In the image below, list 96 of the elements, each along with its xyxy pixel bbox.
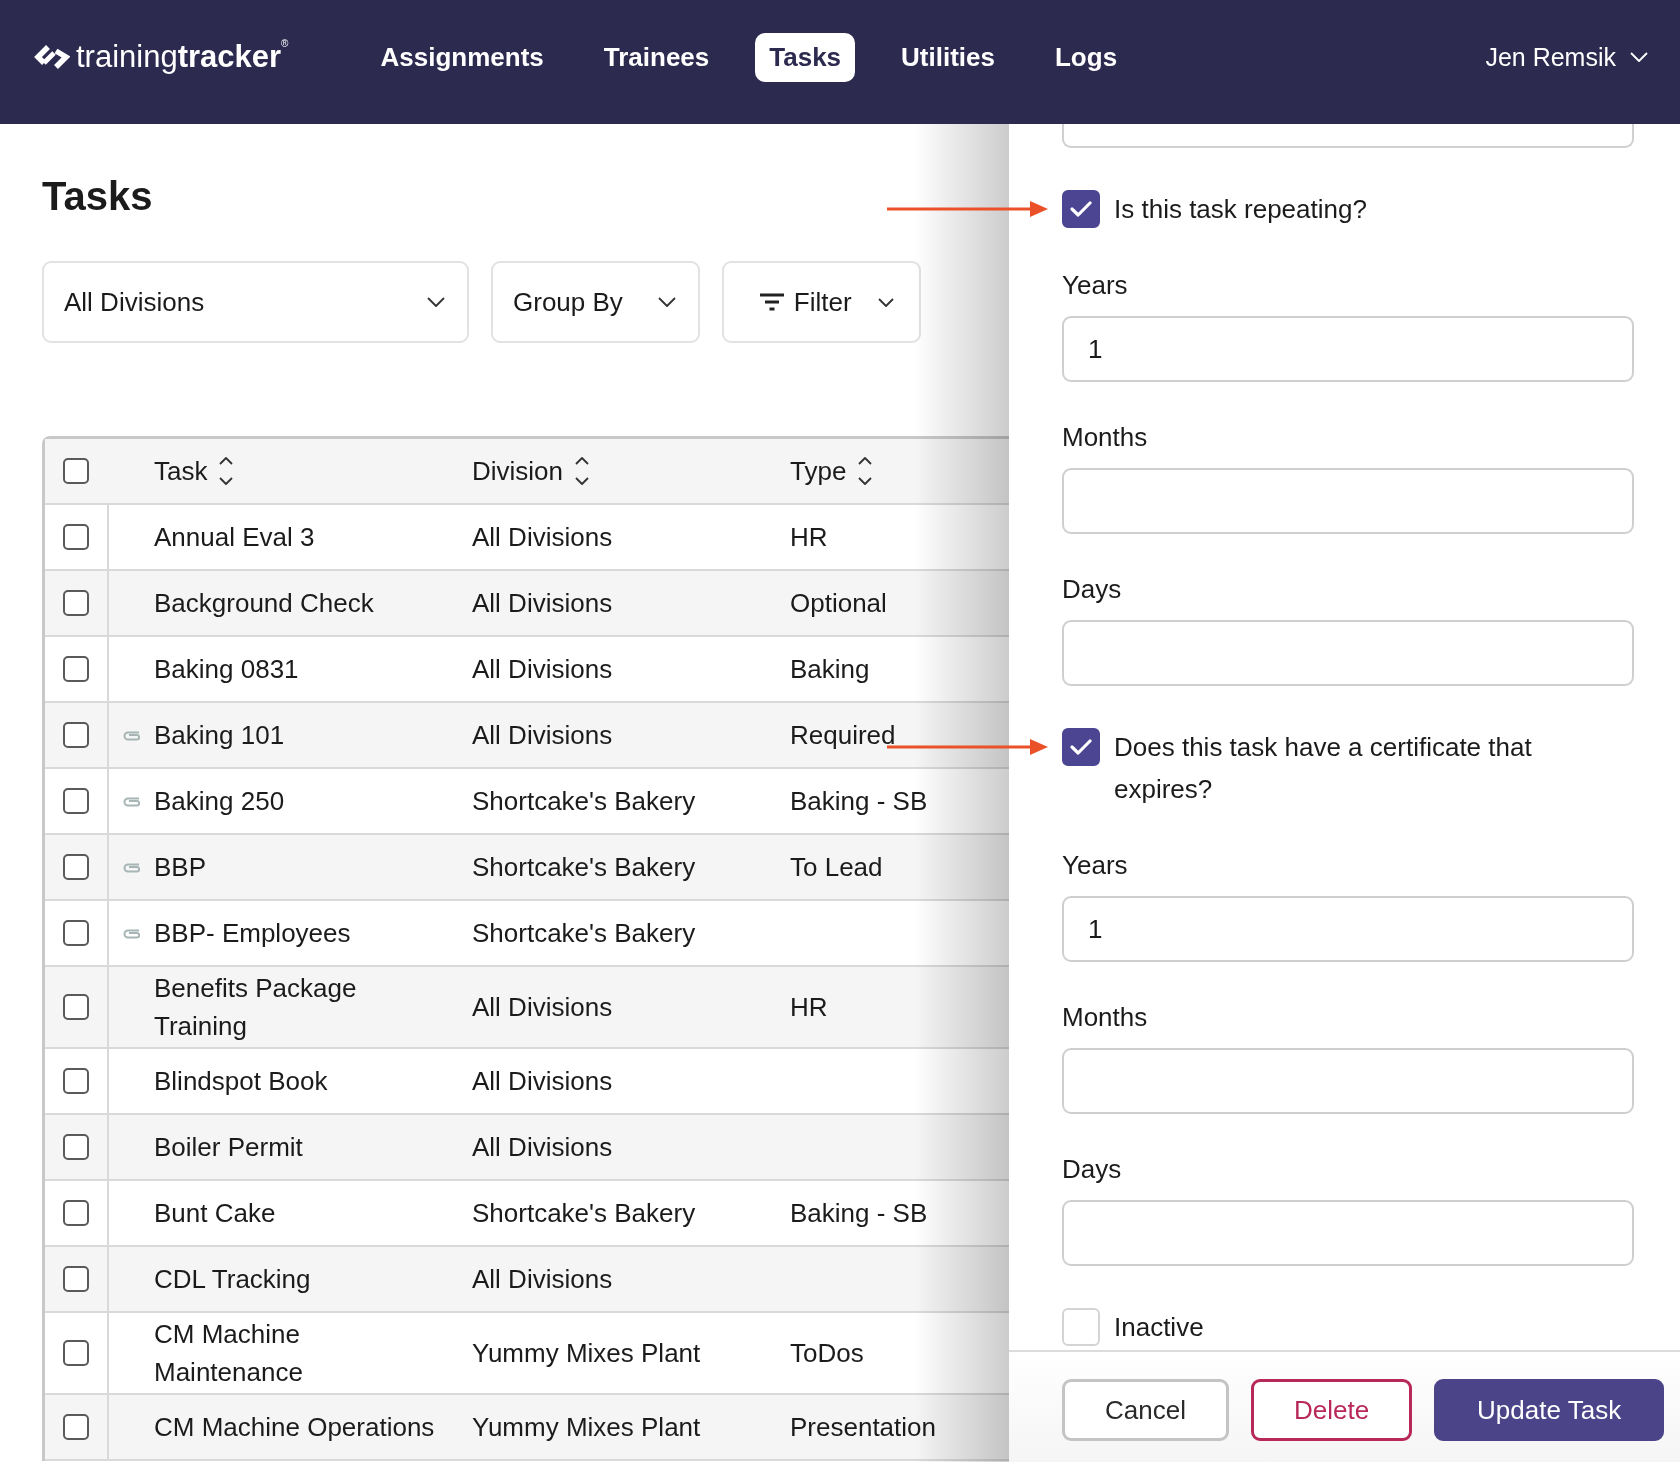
checkbox[interactable]: [63, 1134, 89, 1160]
checkbox[interactable]: [63, 920, 89, 946]
check-icon: [1070, 739, 1092, 755]
task-name: Baking 0831: [154, 653, 299, 686]
division-name: All Divisions: [472, 1065, 613, 1098]
division-name: All Divisions: [472, 653, 613, 686]
nav-tab[interactable]: Logs: [1041, 32, 1132, 82]
nav-tab[interactable]: Utilities: [887, 32, 1009, 82]
task-type: To Lead: [790, 851, 883, 884]
column-header[interactable]: Type: [790, 452, 847, 490]
checkbox[interactable]: [1062, 190, 1100, 228]
division-name: All Divisions: [472, 1263, 613, 1296]
check-icon: [1070, 201, 1092, 217]
division-name: All Divisions: [472, 1131, 613, 1164]
division-name: Shortcake's Bakery: [472, 917, 696, 950]
chevron-down-icon: [427, 297, 445, 307]
select-dropdown[interactable]: All Divisions: [42, 261, 469, 343]
checkbox[interactable]: [63, 458, 89, 484]
checkbox[interactable]: [63, 854, 89, 880]
filter-icon: [759, 293, 784, 311]
checkbox[interactable]: [63, 722, 89, 748]
nav-tab[interactable]: Trainees: [589, 32, 724, 82]
division-name: Shortcake's Bakery: [472, 1197, 696, 1230]
checkbox[interactable]: [63, 656, 89, 682]
user-menu[interactable]: Jen Remsik: [1485, 42, 1648, 72]
field-label: Years: [1062, 850, 1129, 880]
task-type: Presentation: [790, 1411, 936, 1444]
field-label: Days: [1062, 1154, 1123, 1184]
input-field[interactable]: [1062, 124, 1634, 148]
checkbox[interactable]: [63, 1340, 89, 1366]
task-name: BBP: [154, 851, 207, 884]
checkbox[interactable]: [63, 994, 89, 1020]
task-name: Bunt Cake: [154, 1197, 276, 1230]
division-name: All Divisions: [472, 719, 613, 752]
task-type: Required: [790, 719, 896, 752]
checkbox[interactable]: [63, 1266, 89, 1292]
input-field[interactable]: [1062, 620, 1634, 686]
checkbox[interactable]: [1062, 728, 1100, 766]
checkbox[interactable]: [63, 1200, 89, 1226]
input-field[interactable]: [1062, 1200, 1634, 1266]
task-name: Blindspot Book: [154, 1065, 328, 1098]
field-label: Months: [1062, 422, 1149, 452]
column-header[interactable]: Task: [154, 452, 208, 490]
checkbox[interactable]: [63, 524, 89, 550]
task-name: Benefits Package Training: [154, 972, 358, 1043]
chevron-down-icon: [657, 297, 676, 307]
logo-icon: [34, 44, 70, 70]
column-header[interactable]: Division: [472, 452, 564, 490]
checkbox-label: Does this task have a certificate that expires?: [1114, 731, 1533, 806]
input-field[interactable]: [1062, 1048, 1634, 1114]
field-label: Days: [1062, 574, 1123, 604]
checkbox-label: Inactive: [1114, 1311, 1205, 1344]
checkbox[interactable]: [63, 1414, 89, 1440]
task-name: CM Machine Maintenance: [154, 1318, 304, 1389]
task-name: Baking 250: [154, 785, 285, 818]
task-name: BBP- Employees: [154, 917, 351, 950]
task-type: Optional: [790, 587, 887, 620]
division-name: Shortcake's Bakery: [472, 851, 696, 884]
filter-button[interactable]: Filter: [721, 261, 921, 343]
division-name: All Divisions: [472, 587, 613, 620]
task-name: Background Check: [154, 587, 374, 620]
nav-tab[interactable]: Tasks: [755, 32, 856, 82]
page-title: Tasks: [42, 173, 154, 220]
task-name: CM Machine Operations: [154, 1411, 435, 1444]
task-type: ToDos: [790, 1337, 864, 1370]
input-field[interactable]: [1062, 468, 1634, 534]
task-type: HR: [790, 521, 828, 554]
danger-button[interactable]: Delete: [1250, 1379, 1413, 1441]
task-type: Baking - SB: [790, 785, 928, 818]
select-dropdown[interactable]: Group By: [491, 261, 700, 343]
checkbox[interactable]: [63, 590, 89, 616]
task-name: Baking 101: [154, 719, 285, 752]
chevron-down-icon: [877, 297, 894, 307]
task-name: Boiler Permit: [154, 1131, 303, 1164]
task-name: CDL Tracking: [154, 1263, 311, 1296]
logo-wordmark: trainingtracker$^{®}$: [76, 39, 289, 75]
division-name: All Divisions: [472, 521, 613, 554]
division-name: Shortcake's Bakery: [472, 785, 696, 818]
checkbox[interactable]: [63, 788, 89, 814]
field-label: Years: [1062, 270, 1129, 300]
task-name: Annual Eval 3: [154, 521, 315, 554]
field-label: Months: [1062, 1002, 1149, 1032]
task-type: Baking: [790, 653, 870, 686]
primary-button[interactable]: Update Task: [1434, 1379, 1665, 1441]
input-field[interactable]: 1: [1062, 316, 1634, 382]
checkbox[interactable]: [63, 1068, 89, 1094]
division-name: All Divisions: [472, 991, 613, 1024]
outline-button[interactable]: Cancel: [1062, 1379, 1229, 1441]
division-name: Yummy Mixes Plant: [472, 1411, 701, 1444]
chevron-down-icon: [1630, 52, 1648, 62]
nav-tab[interactable]: Assignments: [366, 32, 558, 82]
input-field[interactable]: 1: [1062, 896, 1634, 962]
division-name: Yummy Mixes Plant: [472, 1337, 701, 1370]
checkbox-label: Is this task repeating?: [1114, 193, 1368, 226]
task-type: Baking - SB: [790, 1197, 928, 1230]
task-type: HR: [790, 991, 828, 1024]
